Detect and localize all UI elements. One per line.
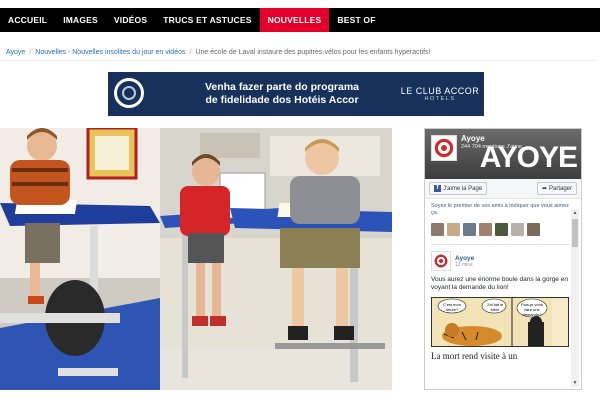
- friend-avatar[interactable]: [495, 223, 508, 236]
- ad-text: Venha fazer parte do programa de fidelid…: [168, 81, 396, 107]
- nav-item-videos[interactable]: VIDÉOS: [106, 8, 155, 32]
- facebook-share-button[interactable]: ➦ Partager: [536, 182, 577, 195]
- ad-logo-icon: [108, 72, 168, 116]
- article-hero-image[interactable]: [0, 128, 392, 390]
- breadcrumb-current: Une école de Laval instaure des pupitres…: [195, 49, 431, 56]
- ad-banner[interactable]: Venha fazer parte do programa de fidelid…: [108, 72, 484, 116]
- hero-illustration: [0, 128, 392, 390]
- friend-avatar[interactable]: [431, 223, 444, 236]
- friend-avatar[interactable]: [527, 223, 540, 236]
- target-logo-icon: [434, 138, 454, 158]
- comic-bubble-3: Puis-je vous faire une demande?: [521, 302, 543, 317]
- post-author[interactable]: Ayoye: [455, 255, 474, 262]
- facebook-cover[interactable]: Ayoye 244 704 mentions J'aime AYOYE: [425, 129, 581, 179]
- breadcrumb-separator: /: [29, 49, 32, 56]
- post-text: Vous aurez une énorme boule dans la gorg…: [431, 276, 568, 291]
- scroll-down-icon[interactable]: ▼: [571, 379, 579, 387]
- page: ACCUEIL IMAGES VIDÉOS TRUCS ET ASTUCES N…: [0, 0, 600, 400]
- facebook-share-label: Partager: [548, 185, 572, 192]
- friend-avatar[interactable]: [463, 223, 476, 236]
- scrollbar-thumb[interactable]: [572, 219, 578, 247]
- friend-avatar[interactable]: [479, 223, 492, 236]
- facebook-friends-row: [431, 223, 569, 236]
- facebook-cover-text: AYOYE: [479, 141, 578, 174]
- ad-brand: LE CLUB ACCOR HOTELS: [396, 86, 484, 102]
- comic-bubble-1: C'est mon heure?: [443, 302, 461, 312]
- breadcrumb-home[interactable]: Ayoye: [6, 49, 25, 56]
- ad-line-1: Venha fazer parte do programa: [204, 81, 360, 93]
- nav-item-trucs[interactable]: TRUCS ET ASTUCES: [155, 8, 259, 32]
- nav-item-nouvelles[interactable]: NOUVELLES: [259, 8, 330, 32]
- target-logo-icon: [434, 254, 448, 268]
- breadcrumb-section[interactable]: Nouvelles - Nouvelles insolites du jour …: [35, 49, 185, 56]
- nav-item-accueil[interactable]: ACCUEIL: [0, 8, 55, 32]
- facebook-icon: f: [434, 185, 441, 192]
- facebook-invite-text: Soyez le premier de vos amis à indiquer …: [431, 203, 569, 216]
- ad-brand-name: LE CLUB ACCOR: [400, 86, 480, 96]
- ad-line-2: de fidelidade dos Hotéis Accor: [205, 94, 359, 106]
- comic-bubble-2: J'ai fait le bien!: [486, 302, 504, 312]
- nav-item-best-of[interactable]: BEST OF: [329, 8, 383, 32]
- facebook-page-avatar[interactable]: [431, 135, 457, 161]
- facebook-page-widget: Ayoye 244 704 mentions J'aime AYOYE f J'…: [424, 128, 582, 390]
- facebook-feed: Soyez le premier de vos amis à indiquer …: [425, 199, 581, 361]
- facebook-like-button[interactable]: f J'aime la Page: [429, 182, 488, 195]
- share-icon: ➦: [541, 186, 547, 192]
- ad-brand-sub: HOTELS: [424, 96, 456, 102]
- facebook-actions: f J'aime la Page ➦ Partager: [425, 179, 581, 199]
- facebook-scrollbar[interactable]: ▲ ▼: [571, 209, 579, 387]
- post-time[interactable]: 12 mins: [455, 262, 474, 268]
- breadcrumb: Ayoye / Nouvelles - Nouvelles insolites …: [0, 45, 596, 61]
- nav-item-images[interactable]: IMAGES: [55, 8, 106, 32]
- post-header: Ayoye 12 mins: [431, 251, 569, 271]
- post-image[interactable]: C'est mon heure? J'ai fait le bien! Puis…: [431, 297, 569, 347]
- post-avatar[interactable]: [431, 251, 451, 271]
- post-caption[interactable]: La mort rend visite à un: [431, 351, 569, 361]
- main-nav: ACCUEIL IMAGES VIDÉOS TRUCS ET ASTUCES N…: [0, 8, 600, 32]
- facebook-like-label: J'aime la Page: [443, 185, 483, 192]
- friend-avatar[interactable]: [511, 223, 524, 236]
- breadcrumb-separator: /: [189, 49, 192, 56]
- friend-avatar[interactable]: [447, 223, 460, 236]
- divider: [431, 244, 569, 245]
- scroll-up-icon[interactable]: ▲: [571, 209, 579, 217]
